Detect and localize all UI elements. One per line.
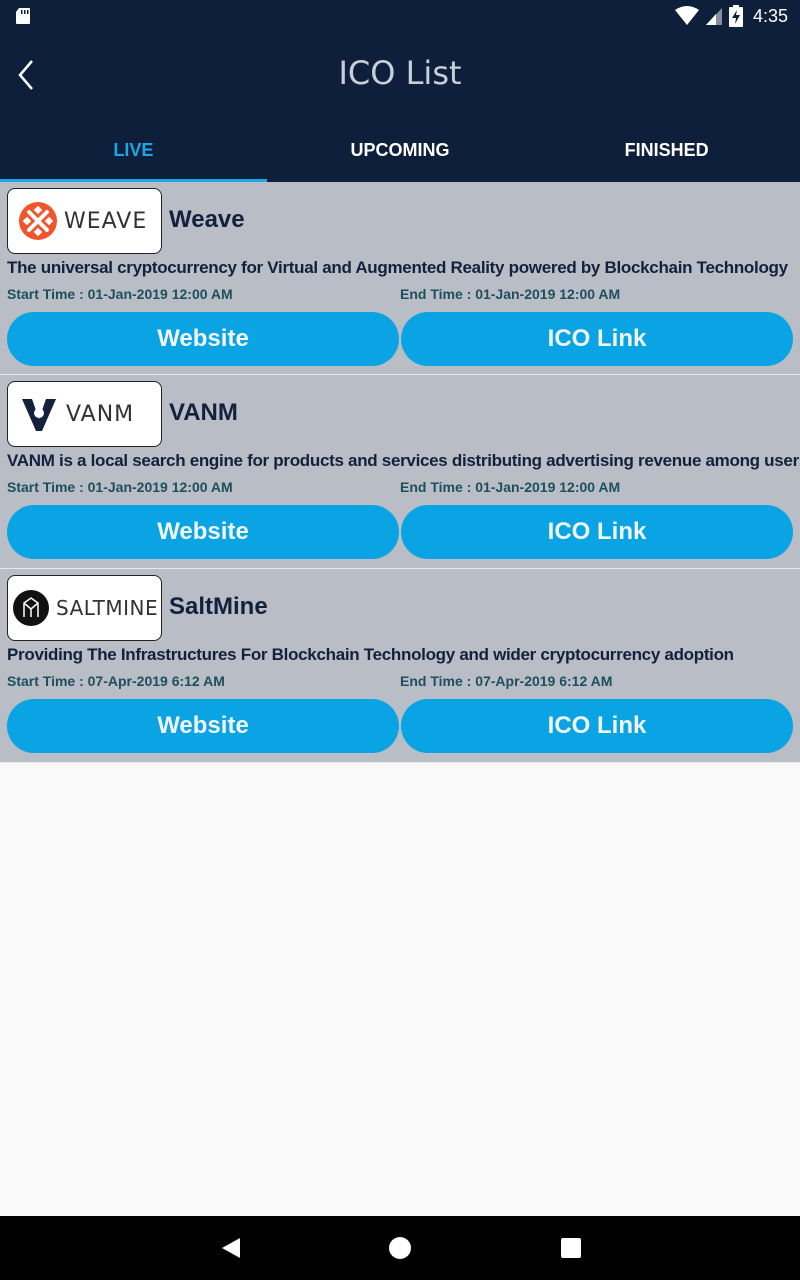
tab-live[interactable]: LIVE (0, 118, 267, 182)
end-time: End Time : 01-Jan-2019 12:00 AM (400, 479, 621, 495)
app-bar: ICO List (0, 32, 800, 118)
ico-name: VANM (169, 399, 238, 426)
nav-recents-icon[interactable] (559, 1236, 583, 1260)
tab-finished[interactable]: FINISHED (533, 118, 800, 182)
start-time: Start Time : 07-Apr-2019 6:12 AM (7, 673, 225, 689)
ico-description: The universal cryptocurrency for Virtual… (7, 258, 788, 277)
ico-description: VANM is a local search engine for produc… (7, 451, 800, 470)
ico-link-button[interactable]: ICO Link (401, 699, 793, 753)
ico-description: Providing The Infrastructures For Blockc… (7, 645, 734, 664)
ico-list: WEAVE Weave The universal cryptocurrency… (0, 182, 800, 763)
wifi-icon (674, 6, 699, 25)
ico-logo[interactable]: WEAVE (7, 188, 162, 254)
status-bar: 4:35 (0, 0, 800, 32)
logo-wordmark: WEAVE (64, 208, 148, 234)
saltmine-logo-icon (13, 590, 49, 626)
ico-card: SALTMINE SaltMine Providing The Infrastr… (0, 569, 800, 763)
logo-wordmark: SALTMINE (56, 596, 159, 620)
website-button[interactable]: Website (7, 699, 399, 753)
tab-upcoming[interactable]: UPCOMING (267, 118, 534, 182)
ico-card: VANM VANM VANM is a local search engine … (0, 375, 800, 569)
ico-name: SaltMine (169, 593, 268, 620)
page-title: ICO List (338, 54, 462, 92)
signal-icon (705, 8, 722, 25)
start-time: Start Time : 01-Jan-2019 12:00 AM (7, 479, 233, 495)
ico-logo[interactable]: VANM (7, 381, 162, 447)
weave-logo-icon (19, 202, 57, 240)
ico-card: WEAVE Weave The universal cryptocurrency… (0, 182, 800, 375)
end-time: End Time : 07-Apr-2019 6:12 AM (400, 673, 613, 689)
ico-link-button[interactable]: ICO Link (401, 312, 793, 366)
tab-bar: LIVE UPCOMING FINISHED (0, 118, 800, 182)
system-nav-bar (0, 1216, 800, 1280)
vanm-logo-icon (22, 399, 56, 431)
nav-back-icon[interactable] (219, 1236, 243, 1260)
ico-logo[interactable]: SALTMINE (7, 575, 162, 641)
start-time: Start Time : 01-Jan-2019 12:00 AM (7, 286, 233, 302)
ico-link-button[interactable]: ICO Link (401, 505, 793, 559)
logo-wordmark: VANM (66, 401, 135, 427)
battery-charging-icon (728, 5, 743, 27)
end-time: End Time : 01-Jan-2019 12:00 AM (400, 286, 621, 302)
sd-card-icon (16, 8, 30, 24)
nav-home-icon[interactable] (388, 1236, 412, 1260)
ico-name: Weave (169, 206, 245, 233)
website-button[interactable]: Website (7, 312, 399, 366)
status-time: 4:35 (752, 5, 788, 26)
website-button[interactable]: Website (7, 505, 399, 559)
